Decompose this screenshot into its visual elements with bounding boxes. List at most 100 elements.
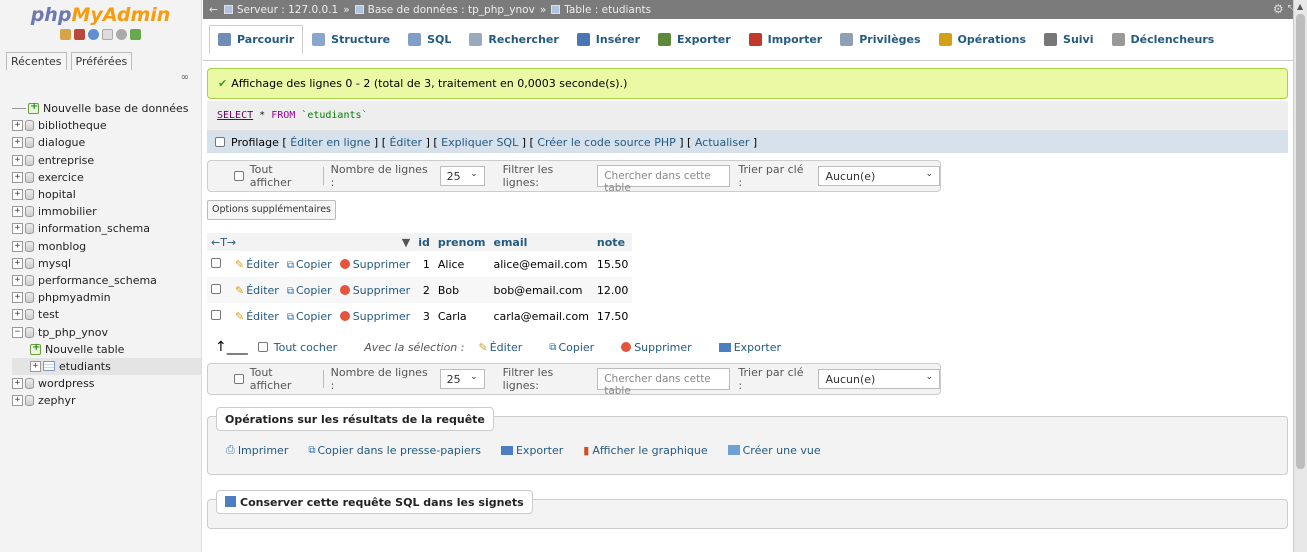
- tree-table-etudiants[interactable]: + etudiants: [12, 357, 201, 375]
- check-all-checkbox[interactable]: [257, 342, 268, 352]
- column-arrows[interactable]: ←T→: [211, 236, 236, 249]
- expand-icon[interactable]: +: [12, 395, 23, 407]
- tab-rechercher[interactable]: Rechercher: [460, 25, 567, 54]
- expand-icon[interactable]: +: [12, 292, 23, 304]
- tab-structure[interactable]: Structure: [303, 25, 399, 54]
- vertical-scrollbar[interactable]: ▲: [1293, 0, 1307, 552]
- export-link[interactable]: Exporter: [500, 444, 563, 457]
- reload-icon[interactable]: [130, 29, 141, 40]
- tab-parcourir[interactable]: Parcourir: [209, 25, 304, 54]
- tab-importer[interactable]: Importer: [740, 25, 832, 54]
- settings-icon[interactable]: [116, 29, 127, 40]
- tree-db-tp-php-ynov[interactable]: − tp_php_ynov: [12, 323, 201, 340]
- cell-prenom[interactable]: Bob: [433, 277, 490, 303]
- tree-db-dialogue[interactable]: + dialogue: [12, 134, 201, 151]
- home-icon[interactable]: [60, 29, 71, 40]
- expand-icon[interactable]: +: [12, 189, 23, 201]
- row-checkbox[interactable]: [211, 283, 221, 294]
- tree-db-mysql[interactable]: + mysql: [12, 255, 201, 272]
- column-header-note[interactable]: note: [592, 233, 633, 251]
- show-all-checkbox[interactable]: [234, 374, 244, 384]
- logout-icon[interactable]: [74, 29, 85, 40]
- profiling-checkbox[interactable]: [215, 137, 225, 147]
- tree-db-zephyr[interactable]: + zephyr: [12, 392, 201, 409]
- extra-options-button[interactable]: Options supplémentaires: [207, 200, 336, 220]
- tree-db-monblog[interactable]: + monblog: [12, 238, 201, 255]
- column-header-id[interactable]: id: [414, 233, 434, 251]
- scroll-up-icon[interactable]: ▲: [1297, 2, 1303, 11]
- expand-icon[interactable]: +: [12, 154, 23, 166]
- tree-db-hopital[interactable]: + hopital: [12, 186, 201, 203]
- copy-clipboard-link[interactable]: ⧉ Copier dans le presse-papiers: [308, 444, 481, 457]
- tree-db-performance-schema[interactable]: + performance_schema: [12, 272, 201, 289]
- check-all-link[interactable]: Tout cocher: [274, 341, 337, 354]
- tree-db-bibliotheque[interactable]: + bibliotheque: [12, 117, 201, 134]
- create-php-code-link[interactable]: Créer le code source PHP: [537, 136, 675, 149]
- expand-icon[interactable]: +: [12, 120, 23, 132]
- column-header-email[interactable]: email: [489, 233, 593, 251]
- sort-marker-icon[interactable]: ▼: [402, 236, 410, 249]
- sort-by-key-select[interactable]: Aucun(e) ⌄: [818, 369, 941, 389]
- docs-icon[interactable]: [102, 29, 113, 40]
- column-header-prenom[interactable]: prenom: [433, 233, 490, 251]
- row-edit-button[interactable]: ✎ Éditer: [235, 310, 279, 323]
- cell-prenom[interactable]: Carla: [433, 303, 490, 329]
- help-icon[interactable]: [88, 29, 99, 40]
- cell-email[interactable]: carla@email.com: [489, 303, 593, 329]
- print-link[interactable]: ⎙ Imprimer: [226, 443, 288, 457]
- tree-db-exercice[interactable]: + exercice: [12, 169, 201, 186]
- rows-per-page-select[interactable]: 25 ⌄: [439, 166, 485, 186]
- cell-id[interactable]: 3: [414, 303, 434, 329]
- tab-suivi[interactable]: Suivi: [1035, 25, 1102, 54]
- tree-new-table[interactable]: Nouvelle table: [12, 341, 201, 358]
- tab-inserer[interactable]: Insérer: [568, 25, 649, 54]
- breadcrumb-server[interactable]: Serveur : 127.0.0.1: [237, 4, 338, 16]
- cell-email[interactable]: bob@email.com: [489, 277, 593, 303]
- row-edit-button[interactable]: ✎ Éditer: [235, 284, 279, 297]
- expand-icon[interactable]: +: [12, 309, 23, 321]
- display-chart-link[interactable]: ▮ Afficher le graphique: [583, 444, 707, 457]
- cell-email[interactable]: alice@email.com: [489, 251, 593, 277]
- expand-icon[interactable]: +: [12, 257, 23, 269]
- tab-favorites[interactable]: Préférées: [70, 52, 133, 70]
- tree-new-database[interactable]: Nouvelle base de données: [12, 100, 201, 117]
- tab-privileges[interactable]: Privilèges: [831, 25, 929, 54]
- collapse-icon[interactable]: −: [12, 326, 23, 338]
- tab-sql[interactable]: SQL: [399, 25, 460, 54]
- breadcrumb-database[interactable]: Base de données : tp_php_ynov: [368, 4, 535, 16]
- row-copy-button[interactable]: ⧉ Copier: [287, 258, 332, 271]
- tree-db-immobilier[interactable]: + immobilier: [12, 203, 201, 220]
- filter-rows-input[interactable]: Chercher dans cette table: [597, 165, 731, 194]
- sort-by-key-select[interactable]: Aucun(e) ⌄: [818, 166, 941, 186]
- tree-db-test[interactable]: + test: [12, 306, 201, 323]
- row-delete-button[interactable]: Supprimer: [339, 258, 410, 271]
- tab-operations[interactable]: Opérations: [930, 25, 1036, 54]
- tree-db-phpmyadmin[interactable]: + phpmyadmin: [12, 289, 201, 306]
- expand-icon[interactable]: +: [12, 223, 23, 235]
- bulk-edit-button[interactable]: ✎ Éditer: [478, 341, 522, 354]
- edit-inline-link[interactable]: Éditer en ligne: [290, 136, 370, 149]
- row-delete-button[interactable]: Supprimer: [339, 310, 410, 323]
- cell-id[interactable]: 2: [414, 277, 434, 303]
- cell-id[interactable]: 1: [414, 251, 434, 277]
- edit-link[interactable]: Éditer: [389, 136, 422, 149]
- tab-declencheurs[interactable]: Déclencheurs: [1103, 25, 1224, 54]
- rows-per-page-select[interactable]: 25 ⌄: [439, 369, 485, 389]
- cell-note[interactable]: 17.50: [592, 303, 633, 329]
- link-icon[interactable]: ∞: [0, 70, 201, 86]
- bulk-delete-button[interactable]: Supprimer: [621, 341, 692, 354]
- back-arrow-icon[interactable]: ←: [209, 4, 218, 16]
- expand-icon[interactable]: +: [12, 137, 23, 149]
- breadcrumb-table[interactable]: Table : etudiants: [564, 4, 651, 16]
- tree-db-entreprise[interactable]: + entreprise: [12, 152, 201, 169]
- row-copy-button[interactable]: ⧉ Copier: [287, 284, 332, 297]
- row-delete-button[interactable]: Supprimer: [339, 284, 410, 297]
- row-checkbox[interactable]: [211, 309, 221, 320]
- expand-icon[interactable]: +: [12, 274, 23, 286]
- scrollbar-thumb[interactable]: [1296, 14, 1305, 469]
- show-all-checkbox[interactable]: [234, 171, 244, 181]
- create-view-link[interactable]: Créer une vue: [727, 444, 821, 457]
- tree-db-information-schema[interactable]: + information_schema: [12, 220, 201, 237]
- phpmyadmin-logo[interactable]: phpMyAdmin: [0, 0, 201, 32]
- bulk-copy-button[interactable]: ⧉ Copier: [549, 341, 594, 354]
